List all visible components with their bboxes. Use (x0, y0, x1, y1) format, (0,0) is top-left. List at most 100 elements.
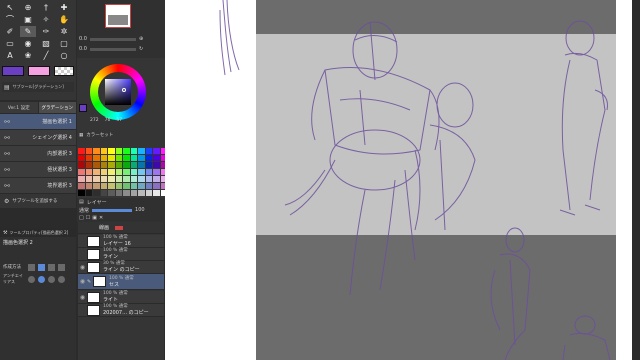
color-chip[interactable] (100, 176, 107, 182)
color-chip[interactable] (100, 148, 107, 154)
color-chip[interactable] (115, 169, 122, 175)
color-chip[interactable] (78, 155, 85, 161)
eye-icon[interactable]: ◉ (78, 278, 87, 285)
rotate-slider[interactable] (89, 47, 136, 51)
color-chip[interactable] (85, 176, 92, 182)
blend-icon[interactable]: ❀ (20, 50, 36, 61)
transparent-color-swatch[interactable] (54, 66, 74, 76)
main-color-chip[interactable] (79, 104, 87, 112)
hand-icon[interactable]: ✋ (56, 14, 72, 25)
color-chip[interactable] (85, 190, 92, 196)
eye-icon[interactable]: ◉ (78, 294, 87, 301)
color-chip[interactable] (145, 169, 152, 175)
color-chip[interactable] (115, 155, 122, 161)
subtool-item[interactable]: ⚯ シェイング選択 4 (0, 130, 76, 146)
color-chip[interactable] (130, 183, 137, 189)
color-chip[interactable] (108, 162, 115, 168)
color-chip[interactable] (100, 190, 107, 196)
color-chip[interactable] (123, 148, 130, 154)
ruler-icon[interactable]: ╱ (38, 50, 54, 61)
color-chip[interactable] (115, 190, 122, 196)
color-chip[interactable] (115, 183, 122, 189)
color-chip[interactable] (130, 148, 137, 154)
color-chip[interactable] (153, 169, 160, 175)
color-chip[interactable] (93, 183, 100, 189)
color-chip[interactable] (78, 190, 85, 196)
navigator-thumbnail[interactable] (105, 4, 131, 28)
color-chip[interactable] (93, 162, 100, 168)
mode-button[interactable] (48, 263, 55, 271)
main-color-swatch[interactable] (2, 66, 24, 76)
color-chip[interactable] (145, 176, 152, 182)
lasso-icon[interactable]: ⌒ (2, 14, 18, 25)
color-chip[interactable] (85, 148, 92, 154)
mode-button[interactable] (38, 263, 45, 271)
pen-icon[interactable]: ✐ (2, 26, 18, 37)
brush-icon[interactable]: ✑ (38, 26, 54, 37)
antialias-option[interactable] (48, 275, 55, 283)
color-chip[interactable] (85, 169, 92, 175)
zoom-slider[interactable] (89, 37, 136, 41)
antialias-option[interactable] (58, 275, 65, 283)
tab-ver1-settings[interactable]: Ver.1 設定 (0, 102, 38, 113)
color-chip[interactable] (93, 148, 100, 154)
color-chip[interactable] (123, 162, 130, 168)
color-chip[interactable] (78, 176, 85, 182)
color-chip[interactable] (130, 176, 137, 182)
color-chip[interactable] (153, 162, 160, 168)
airbrush-icon[interactable]: ✲ (56, 26, 72, 37)
color-chip[interactable] (130, 155, 137, 161)
saturation-value-square[interactable] (105, 79, 131, 105)
lock-icon[interactable]: ☐ (86, 215, 90, 221)
color-chip[interactable] (145, 162, 152, 168)
gradient-icon[interactable]: ▧ (38, 38, 54, 49)
color-chip[interactable] (145, 190, 152, 196)
zoom-in-icon[interactable]: ⊕ (139, 36, 143, 42)
fill-icon[interactable]: ◉ (20, 38, 36, 49)
color-chip[interactable] (138, 183, 145, 189)
tab-gradation[interactable]: グラデーション (38, 102, 76, 113)
text-icon[interactable]: A (2, 50, 18, 61)
antialias-option[interactable] (38, 275, 45, 283)
shape-icon[interactable]: ▢ (56, 38, 72, 49)
blend-mode-select[interactable]: 通常 (79, 207, 89, 214)
clip-icon[interactable]: ▣ (92, 215, 97, 221)
color-chip[interactable] (108, 169, 115, 175)
color-chip[interactable] (130, 162, 137, 168)
color-chip[interactable] (93, 176, 100, 182)
color-chip[interactable] (100, 183, 107, 189)
opacity-slider[interactable] (92, 208, 133, 212)
color-chip[interactable] (108, 148, 115, 154)
color-chip[interactable] (130, 169, 137, 175)
color-chip[interactable] (138, 190, 145, 196)
color-chip[interactable] (100, 155, 107, 161)
pointer-icon[interactable]: ↖ (2, 2, 18, 13)
layer-row[interactable]: 100 % 通常 202007… のコピー (78, 304, 164, 317)
new-layer-icon[interactable]: □ (79, 215, 84, 221)
color-chip[interactable] (100, 162, 107, 168)
mode-button[interactable] (58, 263, 65, 271)
magic-wand-icon[interactable]: ✧ (38, 14, 54, 25)
color-chip[interactable] (123, 183, 130, 189)
color-chip[interactable] (123, 176, 130, 182)
color-chip[interactable] (153, 183, 160, 189)
color-chip[interactable] (138, 176, 145, 182)
trash-icon[interactable]: ✕ (99, 215, 103, 221)
eyedropper-icon[interactable]: † (38, 2, 54, 13)
antialias-option[interactable] (28, 275, 35, 283)
layer-folder-row[interactable]: 線画 (78, 222, 164, 234)
color-chip[interactable] (85, 183, 92, 189)
color-chip[interactable] (138, 148, 145, 154)
color-chip[interactable] (115, 176, 122, 182)
rotate-icon[interactable]: ↻ (139, 46, 143, 52)
layer-row[interactable]: 100 % 通常 ライン (78, 248, 164, 261)
color-chip[interactable] (138, 155, 145, 161)
color-chip[interactable] (78, 169, 85, 175)
color-chip[interactable] (153, 155, 160, 161)
color-chip[interactable] (138, 162, 145, 168)
move-icon[interactable]: ✚ (56, 2, 72, 13)
color-chip[interactable] (153, 176, 160, 182)
balloon-icon[interactable]: ○ (56, 50, 72, 61)
color-chip[interactable] (93, 155, 100, 161)
color-chip[interactable] (93, 169, 100, 175)
